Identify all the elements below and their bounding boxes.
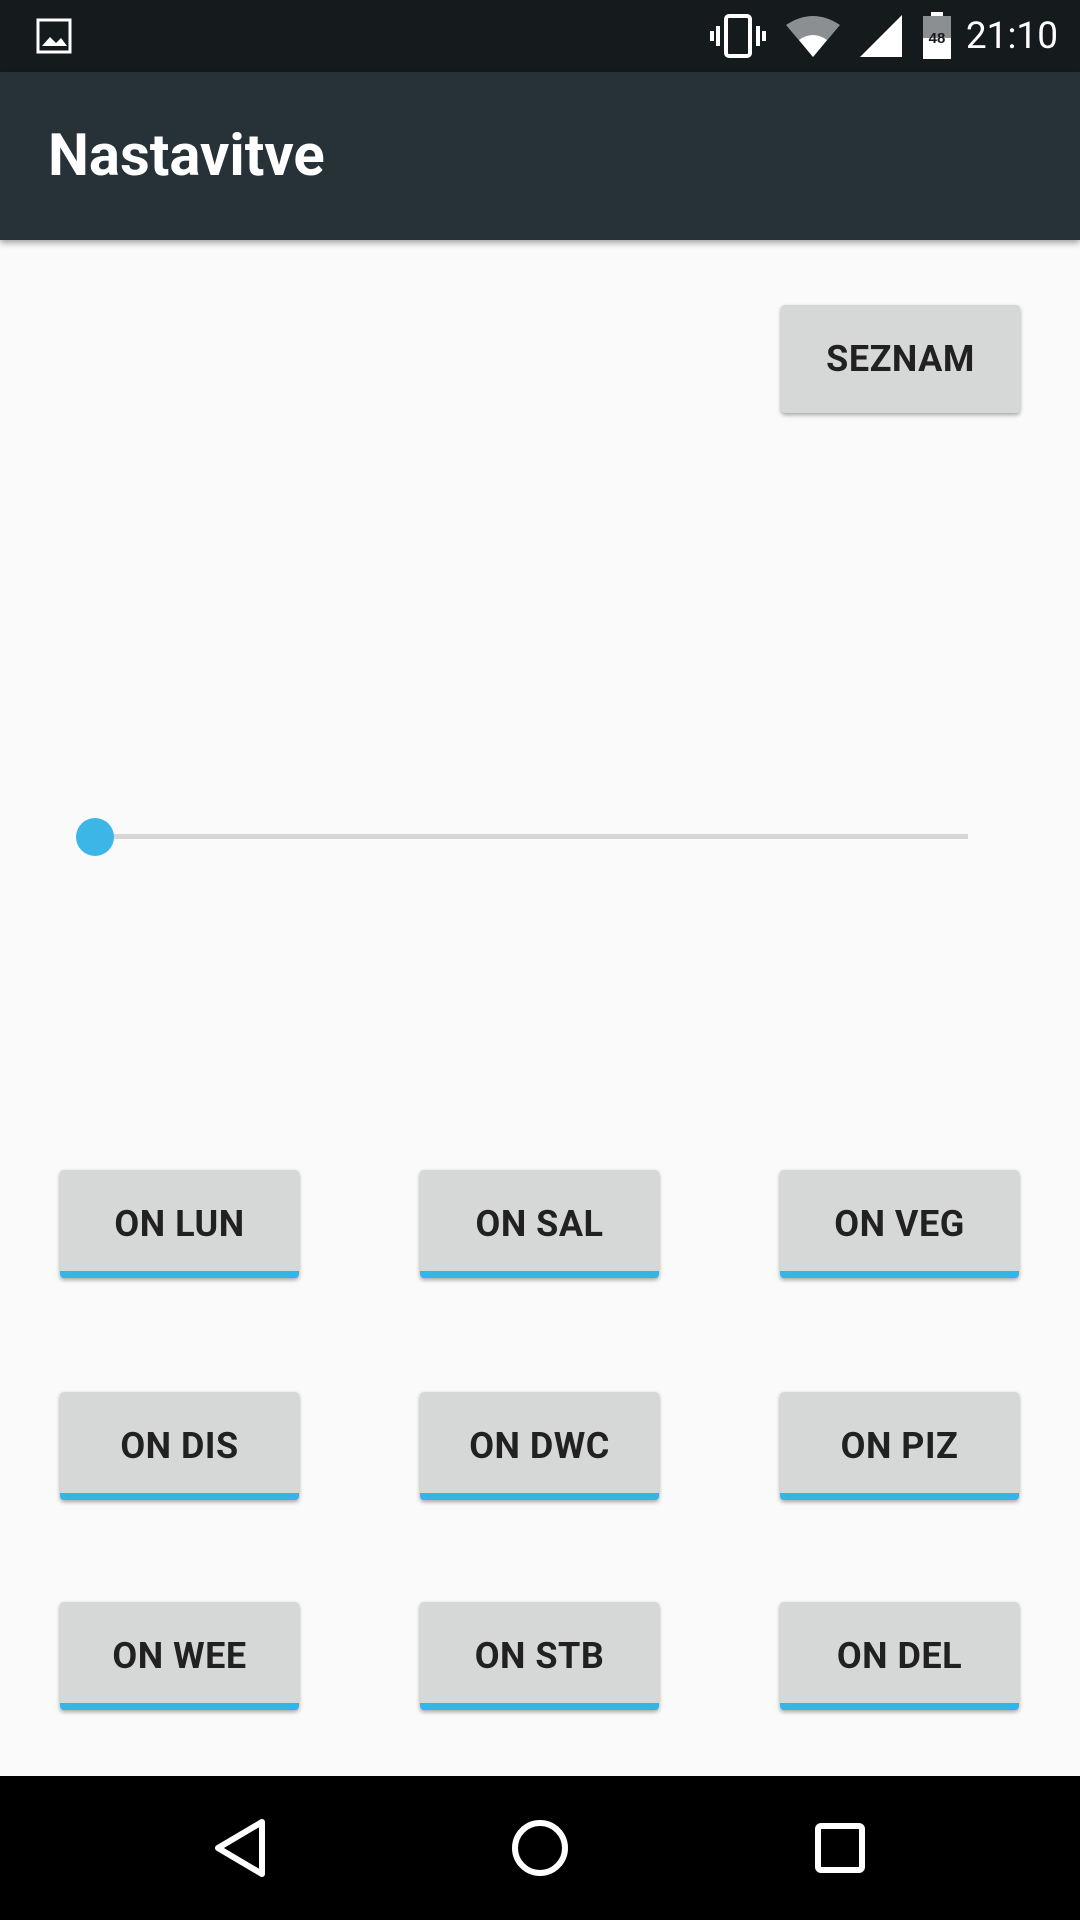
toggle-button-lun[interactable]: ON LUN [60,1170,299,1278]
seekbar-thumb[interactable] [76,818,114,856]
home-icon [512,1820,568,1876]
toggle-button-dwc[interactable]: ON DWC [420,1392,659,1500]
toggle-button-piz[interactable]: ON PIZ [780,1392,1019,1500]
seekbar-track[interactable] [96,834,968,839]
status-bar: 48 21:10 [0,0,1080,72]
seznam-button[interactable]: SEZNAM [781,305,1020,413]
page-title: Nastavitve [48,122,325,190]
toggle-button-wee[interactable]: ON WEE [60,1602,299,1710]
back-button[interactable] [180,1776,300,1920]
home-button[interactable] [480,1776,600,1920]
navigation-bar [0,1776,1080,1920]
image-notification-icon [36,18,72,54]
recents-icon [815,1823,865,1873]
battery-level: 48 [929,30,946,47]
toggle-button-veg[interactable]: ON VEG [780,1170,1019,1278]
recents-button[interactable] [780,1776,900,1920]
toggle-button-sal[interactable]: ON SAL [420,1170,659,1278]
wifi-icon [785,16,840,57]
clock: 21:10 [965,14,1058,58]
vibrate-icon [709,14,766,58]
toggle-button-dis[interactable]: ON DIS [60,1392,299,1500]
toggle-button-del[interactable]: ON DEL [780,1602,1019,1710]
cell-signal-icon [859,15,902,57]
battery-icon: 48 [922,12,951,59]
seekbar[interactable] [72,812,992,862]
back-icon [215,1819,265,1877]
toggle-button-stb[interactable]: ON STB [420,1602,659,1710]
app-bar: Nastavitve [0,72,1080,240]
